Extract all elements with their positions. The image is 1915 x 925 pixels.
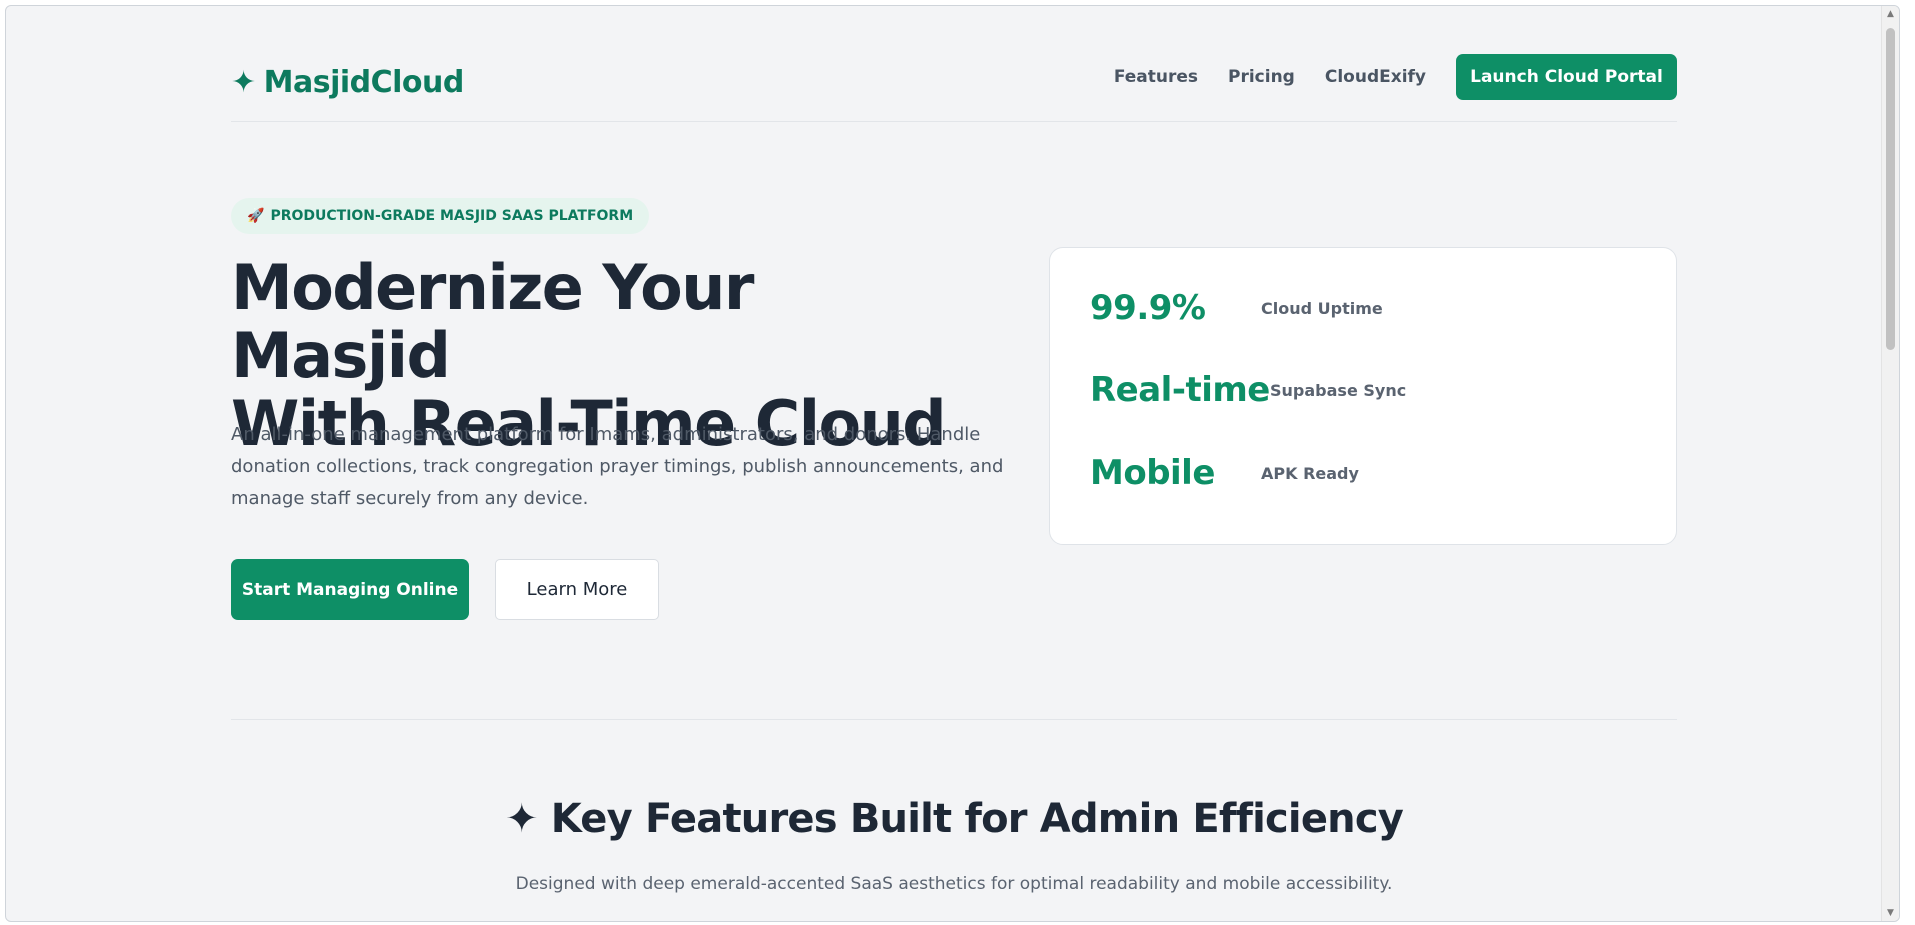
vertical-scrollbar[interactable]: ▲ ▼ [1881, 6, 1899, 921]
scroll-up-icon[interactable]: ▲ [1882, 6, 1899, 22]
nav-link-pricing[interactable]: Pricing [1228, 67, 1295, 87]
rocket-icon: 🚀 [247, 208, 265, 224]
stat-label: Cloud Uptime [1261, 298, 1383, 318]
stat-value: Real-time [1090, 370, 1270, 410]
sparkle-icon: ✦ [504, 796, 539, 842]
scrollbar-thumb[interactable] [1886, 28, 1895, 350]
stat-label: Supabase Sync [1270, 380, 1407, 400]
nav-link-cloudexify[interactable]: CloudExify [1325, 67, 1426, 87]
browser-viewport: ✦ MasjidCloud Features Pricing CloudExif… [5, 5, 1900, 922]
scroll-down-icon[interactable]: ▼ [1882, 905, 1899, 921]
badge-label: PRODUCTION-GRADE MASJID SAAS PLATFORM [270, 208, 634, 224]
brand-name: MasjidCloud [263, 64, 465, 100]
stat-label: APK Ready [1261, 463, 1359, 483]
features-subtitle: Designed with deep emerald-accented SaaS… [515, 874, 1393, 894]
stat-row-mobile: Mobile APK Ready [1090, 453, 1359, 493]
site-header: ✦ MasjidCloud Features Pricing CloudExif… [231, 6, 1677, 122]
stat-row-uptime: 99.9% Cloud Uptime [1090, 288, 1383, 328]
stats-card: 99.9% Cloud Uptime Real-time Supabase Sy… [1049, 247, 1677, 545]
hero-title-line-1: Modernize Your Masjid [231, 251, 754, 392]
nav-link-features[interactable]: Features [1114, 67, 1198, 87]
hero-description: An all-in-one management platform for Im… [231, 424, 1004, 509]
brand-logo[interactable]: ✦ MasjidCloud [231, 58, 464, 106]
stat-value: 99.9% [1090, 288, 1206, 328]
launch-cloud-portal-button[interactable]: Launch Cloud Portal [1456, 54, 1677, 100]
features-heading: ✦ Key Features Built for Admin Efficienc… [231, 796, 1677, 842]
learn-more-button[interactable]: Learn More [495, 559, 659, 620]
start-managing-button[interactable]: Start Managing Online [231, 559, 469, 620]
main-nav: Features Pricing CloudExify Launch Cloud… [1114, 54, 1677, 100]
stat-row-sync: Real-time Supabase Sync [1090, 370, 1406, 410]
sparkle-icon: ✦ [231, 64, 256, 100]
stat-value: Mobile [1090, 453, 1215, 493]
features-title: Key Features Built for Admin Efficiency [550, 796, 1404, 842]
platform-badge: 🚀 PRODUCTION-GRADE MASJID SAAS PLATFORM [231, 198, 650, 234]
section-divider [231, 719, 1677, 720]
